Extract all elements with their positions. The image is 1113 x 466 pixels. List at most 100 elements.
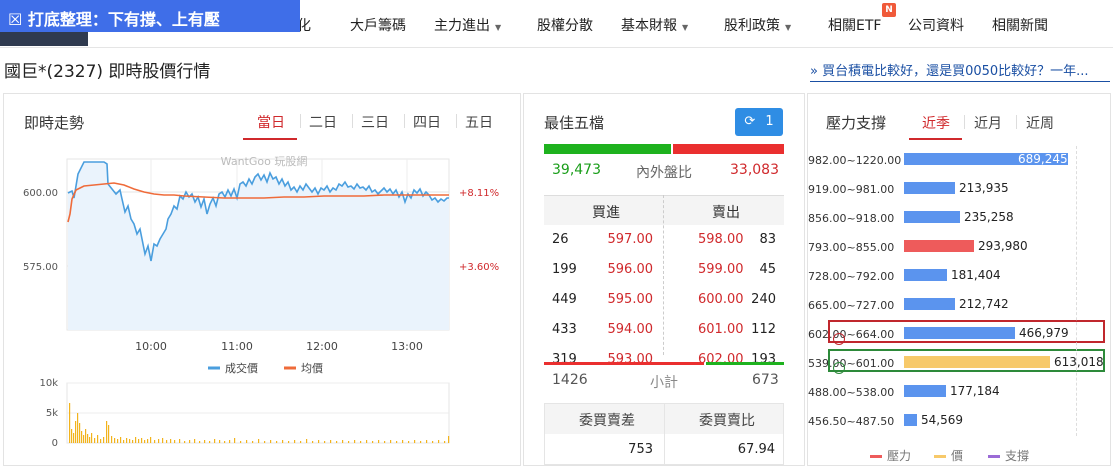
price-range-label: 488.00~538.00 [808,386,895,399]
orderbook-bid: 595.00 [607,292,654,307]
legend-label: 壓力 [887,449,912,463]
ratio-label: 委買賣比 [699,413,755,429]
refresh-button[interactable]: ⟳ 1 [735,108,783,136]
volume-bar [240,441,242,443]
nav-label: 公司資料 [908,18,964,34]
volume-bar [199,441,201,443]
volume-bar [144,440,146,443]
bid-sum-bar [544,362,704,365]
orderbook-ask: 600.00 [698,292,744,307]
volume-value: 689,245 [1018,152,1068,166]
volume-bar [360,441,362,443]
volume-bar [73,433,75,443]
volume-bar[interactable] [904,269,947,281]
nav-label: 相關ETF [828,18,882,34]
price-range-label: 728.00~792.00 [808,270,895,283]
volume-bar [282,440,284,443]
volume-bar [306,439,308,443]
orderbook-ask-vol: 45 [759,262,776,277]
time-axis-label: 11:00 [221,340,253,353]
chevron-down-icon: ▼ [495,23,502,32]
volume-axis-label: 10k [39,378,58,389]
volume-value: 235,258 [964,210,1014,224]
orderbook-bid: 596.00 [607,262,654,277]
time-axis-label: 10:00 [135,340,167,353]
orderbook-divider [663,195,664,355]
volume-bar[interactable] [904,414,917,426]
volume-bar [135,437,137,443]
volume-bar [91,433,93,443]
volume-bar [288,441,290,443]
inner-ratio-bar [544,144,671,154]
volume-bar [258,439,260,443]
volume-bar [117,439,119,443]
volume-bar[interactable] [904,182,955,194]
volume-bar [438,440,440,443]
volume-axis-label: 5k [46,408,58,419]
volume-bar[interactable] [904,298,955,310]
nav-item-2[interactable]: 主力進出 ▼ [434,15,501,35]
volume-bar [77,413,79,443]
pattern-banner[interactable]: ☒ 打底整理：下有撐、上有壓 [0,0,300,32]
subtotal-label: 小計 [650,375,678,391]
volume-bar [426,440,428,443]
active-tab-underline [909,138,962,140]
volume-bar [184,441,186,443]
nav-item-7[interactable]: 公司資料 [908,15,964,35]
tab-period-1[interactable]: 近月 [974,113,1002,133]
pressure-row: 793.00~855.00 293,980 [808,233,1098,262]
volume-bar [94,438,96,443]
marker-circle-icon [833,362,845,374]
price-range-label: 665.00~727.00 [808,299,895,312]
ask-header: 賣出 [712,205,740,221]
orderbook-header: 買進 賣出 [544,195,784,225]
bid-header: 買進 [592,205,620,221]
orderbook-row: 26 597.00 598.00 83 [544,225,784,255]
pressure-row: 539.00~601.00 613,018 [808,349,1105,378]
volume-bar[interactable] [904,240,974,252]
volume-bar [79,423,81,443]
ask-subtotal: 673 [752,372,779,388]
nav-item-5[interactable]: 股利政策 ▼ [724,15,791,35]
volume-bar [420,441,422,443]
promo-link[interactable]: » 買台積電比較好，還是買0050比較好？一年... [810,60,1110,82]
orderbook-ask-vol: 112 [751,322,776,337]
page-title: 國巨*(2327) 即時股價行情 [4,62,211,82]
nav-item-3[interactable]: 股權分散 [537,15,593,35]
nav-item-6[interactable]: 相關ETF [828,15,881,35]
volume-bar [330,440,332,443]
refresh-count: 1 [765,114,774,129]
bid-subtotal: 1426 [552,372,588,388]
volume-bar [396,441,398,443]
orderbook-ask: 601.00 [698,322,744,337]
volume-bar [114,438,116,443]
volume-bar [336,441,338,443]
volume-bar [87,434,89,443]
volume-bar [75,421,77,443]
nav-item-4[interactable]: 基本財報 ▼ [621,15,688,35]
orderbook-row: 199 596.00 599.00 45 [544,255,784,285]
tab-period-0[interactable]: 近季 [922,113,950,133]
intraday-chart[interactable]: 600.00 575.00 +8.11% +3.60% 10:00 11:00 12:00 1… [4,94,520,465]
volume-bar [97,435,99,443]
volume-bar[interactable] [904,385,946,397]
legend-item-2: 支撐 [988,447,1029,464]
nav-item-1[interactable]: 大戶籌碼 [350,15,406,35]
price-range-label: 982.00~1220.00 [808,154,902,167]
volume-bar [162,438,164,443]
tab-period-2[interactable]: 近周 [1026,113,1054,133]
outer-volume: 33,083 [730,162,779,178]
volume-bar [270,440,272,443]
volume-bar [324,441,326,443]
volume-bar [318,440,320,443]
percent-axis-label: +8.11% [459,188,499,199]
orderbook-ask: 598.00 [698,232,744,247]
volume-bar[interactable] [904,211,960,223]
price-axis-label: 600.00 [23,188,58,199]
chart-edge [1076,146,1077,436]
time-axis-label: 13:00 [391,340,423,353]
volume-value: 181,404 [951,268,1001,282]
volume-bar [170,439,172,443]
nav-label: 相關新聞 [992,18,1048,34]
nav-item-8[interactable]: 相關新聞 [992,15,1048,35]
